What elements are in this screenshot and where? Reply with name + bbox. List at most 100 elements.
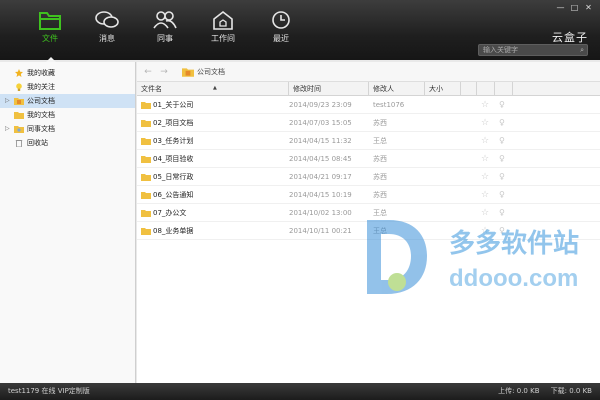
app-brand: 云盒子 bbox=[552, 31, 588, 44]
file-name[interactable]: 04_项目验收 bbox=[141, 150, 193, 168]
column-header-name[interactable]: 文件名 ▲ bbox=[137, 82, 289, 96]
favorite-star-icon[interactable]: ☆ bbox=[481, 132, 489, 150]
back-button[interactable]: ← bbox=[141, 66, 155, 78]
file-name[interactable]: 06_公告通知 bbox=[141, 186, 193, 204]
sidebar: 我的收藏 我的关注 ▷ 公司文档 我的文档 ▷ 同事文档 回收站 bbox=[0, 62, 136, 383]
sort-ascending-icon: ▲ bbox=[213, 85, 217, 91]
modified-by: 苏西 bbox=[373, 191, 387, 199]
chat-icon bbox=[95, 11, 119, 28]
folder-icon bbox=[141, 138, 151, 145]
favorite-star-icon[interactable]: ☆ bbox=[481, 168, 489, 186]
table-row[interactable]: 08_业务单据 2014/10/11 00:21 王总 ☆ ♀ bbox=[137, 222, 600, 240]
file-name-label: 05_日常行政 bbox=[153, 173, 194, 181]
modified-by: test1076 bbox=[373, 101, 405, 109]
table-row[interactable]: 07_办公文 2014/10/02 13:00 王总 ☆ ♀ bbox=[137, 204, 600, 222]
folder-icon bbox=[39, 12, 61, 30]
nav-colleagues[interactable]: 同事 bbox=[140, 6, 190, 56]
favorite-star-icon[interactable]: ☆ bbox=[481, 222, 489, 240]
file-name-label: 03_任务计划 bbox=[153, 137, 194, 145]
search-icon[interactable]: ⌕ bbox=[580, 45, 584, 55]
modified-time: 2014/09/23 23:09 bbox=[289, 101, 352, 109]
modified-time: 2014/04/21 09:17 bbox=[289, 173, 352, 181]
search-placeholder: 输入关键字 bbox=[483, 46, 518, 54]
status-online[interactable]: 在线 bbox=[42, 387, 56, 395]
follow-bulb-icon[interactable]: ♀ bbox=[499, 96, 505, 114]
breadcrumb[interactable]: 公司文档 bbox=[197, 67, 225, 77]
file-name[interactable]: 08_业务单据 bbox=[141, 222, 193, 240]
sidebar-item-company-docs[interactable]: ▷ 公司文档 bbox=[0, 94, 135, 108]
column-header-label: 文件名 bbox=[141, 85, 162, 93]
file-name[interactable]: 03_任务计划 bbox=[141, 132, 193, 150]
table-row[interactable]: 06_公告通知 2014/04/15 10:19 苏西 ☆ ♀ bbox=[137, 186, 600, 204]
folder-icon bbox=[14, 112, 24, 119]
file-name[interactable]: 05_日常行政 bbox=[141, 168, 193, 186]
follow-bulb-icon[interactable]: ♀ bbox=[499, 222, 505, 240]
bulb-icon bbox=[16, 83, 22, 91]
forward-button[interactable]: → bbox=[157, 66, 171, 78]
file-browser: ← → 公司文档 文件名 ▲ 修改时间 修改人 大小 01_关于公司 2014/… bbox=[137, 62, 600, 383]
nav-files[interactable]: 文件 bbox=[25, 6, 75, 62]
nav-recent[interactable]: 最近 bbox=[256, 6, 306, 56]
nav-messages[interactable]: 消息 bbox=[82, 6, 132, 56]
maximize-button[interactable]: □ bbox=[569, 3, 580, 13]
file-name[interactable]: 02_项目文档 bbox=[141, 114, 193, 132]
column-header-editor[interactable]: 修改人 bbox=[369, 82, 425, 96]
sidebar-item-favorites[interactable]: 我的收藏 bbox=[0, 66, 135, 80]
sidebar-item-label: 回收站 bbox=[27, 139, 48, 147]
expand-arrow-icon[interactable]: ▷ bbox=[5, 94, 10, 108]
sidebar-item-label: 同事文档 bbox=[27, 125, 55, 133]
table-row[interactable]: 05_日常行政 2014/04/21 09:17 苏西 ☆ ♀ bbox=[137, 168, 600, 186]
download-speed: 下载: 0.0 KB bbox=[550, 387, 592, 395]
sidebar-item-recycle-bin[interactable]: 回收站 bbox=[0, 136, 135, 150]
modified-time: 2014/04/15 10:19 bbox=[289, 191, 352, 199]
file-name[interactable]: 07_办公文 bbox=[141, 204, 186, 222]
file-name[interactable]: 01_关于公司 bbox=[141, 96, 193, 114]
modified-time: 2014/04/15 11:32 bbox=[289, 137, 352, 145]
favorite-star-icon[interactable]: ☆ bbox=[481, 186, 489, 204]
favorite-star-icon[interactable]: ☆ bbox=[481, 204, 489, 222]
column-header-bulb bbox=[495, 82, 513, 96]
sidebar-item-my-docs[interactable]: 我的文档 bbox=[0, 108, 135, 122]
table-row[interactable]: 04_项目验收 2014/04/15 08:45 苏西 ☆ ♀ bbox=[137, 150, 600, 168]
sidebar-item-following[interactable]: 我的关注 bbox=[0, 80, 135, 94]
folder-icon bbox=[141, 210, 151, 217]
file-name-label: 01_关于公司 bbox=[153, 101, 194, 109]
sidebar-item-colleague-docs[interactable]: ▷ 同事文档 bbox=[0, 122, 135, 136]
table-row[interactable]: 02_项目文档 2014/07/03 15:05 苏西 ☆ ♀ bbox=[137, 114, 600, 132]
close-button[interactable]: ✕ bbox=[583, 3, 594, 13]
column-header-spacer bbox=[461, 82, 477, 96]
follow-bulb-icon[interactable]: ♀ bbox=[499, 204, 505, 222]
search-input[interactable]: 输入关键字 ⌕ bbox=[478, 44, 588, 56]
follow-bulb-icon[interactable]: ♀ bbox=[499, 132, 505, 150]
column-header-size[interactable]: 大小 bbox=[425, 82, 461, 96]
status-left: test1179 在线 VIP定制版 bbox=[8, 383, 90, 400]
status-plan: VIP定制版 bbox=[57, 387, 90, 395]
table-header: 文件名 ▲ 修改时间 修改人 大小 bbox=[137, 82, 600, 96]
modified-time: 2014/10/11 00:21 bbox=[289, 227, 352, 235]
workspace-icon bbox=[213, 10, 233, 30]
nav-label: 文件 bbox=[42, 34, 58, 43]
favorite-star-icon[interactable]: ☆ bbox=[481, 150, 489, 168]
follow-bulb-icon[interactable]: ♀ bbox=[499, 150, 505, 168]
watermark-domain: ddooo.com bbox=[449, 265, 578, 292]
folder-icon bbox=[141, 192, 151, 199]
favorite-star-icon[interactable]: ☆ bbox=[481, 96, 489, 114]
favorite-star-icon[interactable]: ☆ bbox=[481, 114, 489, 132]
window-controls: — □ ✕ bbox=[555, 3, 594, 13]
table-row[interactable]: 03_任务计划 2014/04/15 11:32 王总 ☆ ♀ bbox=[137, 132, 600, 150]
file-list: 01_关于公司 2014/09/23 23:09 test1076 ☆ ♀ 02… bbox=[137, 96, 600, 240]
status-right: 上传: 0.0 KB 下载: 0.0 KB bbox=[498, 383, 592, 400]
follow-bulb-icon[interactable]: ♀ bbox=[499, 168, 505, 186]
file-name-label: 04_项目验收 bbox=[153, 155, 194, 163]
modified-by: 苏西 bbox=[373, 155, 387, 163]
table-row[interactable]: 01_关于公司 2014/09/23 23:09 test1076 ☆ ♀ bbox=[137, 96, 600, 114]
follow-bulb-icon[interactable]: ♀ bbox=[499, 114, 505, 132]
column-header-time[interactable]: 修改时间 bbox=[289, 82, 369, 96]
modified-by: 王总 bbox=[373, 137, 387, 145]
path-bar: ← → 公司文档 bbox=[137, 62, 600, 82]
follow-bulb-icon[interactable]: ♀ bbox=[499, 186, 505, 204]
expand-arrow-icon[interactable]: ▷ bbox=[5, 122, 10, 136]
nav-workspace[interactable]: 工作间 bbox=[198, 6, 248, 56]
modified-by: 苏西 bbox=[373, 173, 387, 181]
minimize-button[interactable]: — bbox=[555, 3, 566, 13]
